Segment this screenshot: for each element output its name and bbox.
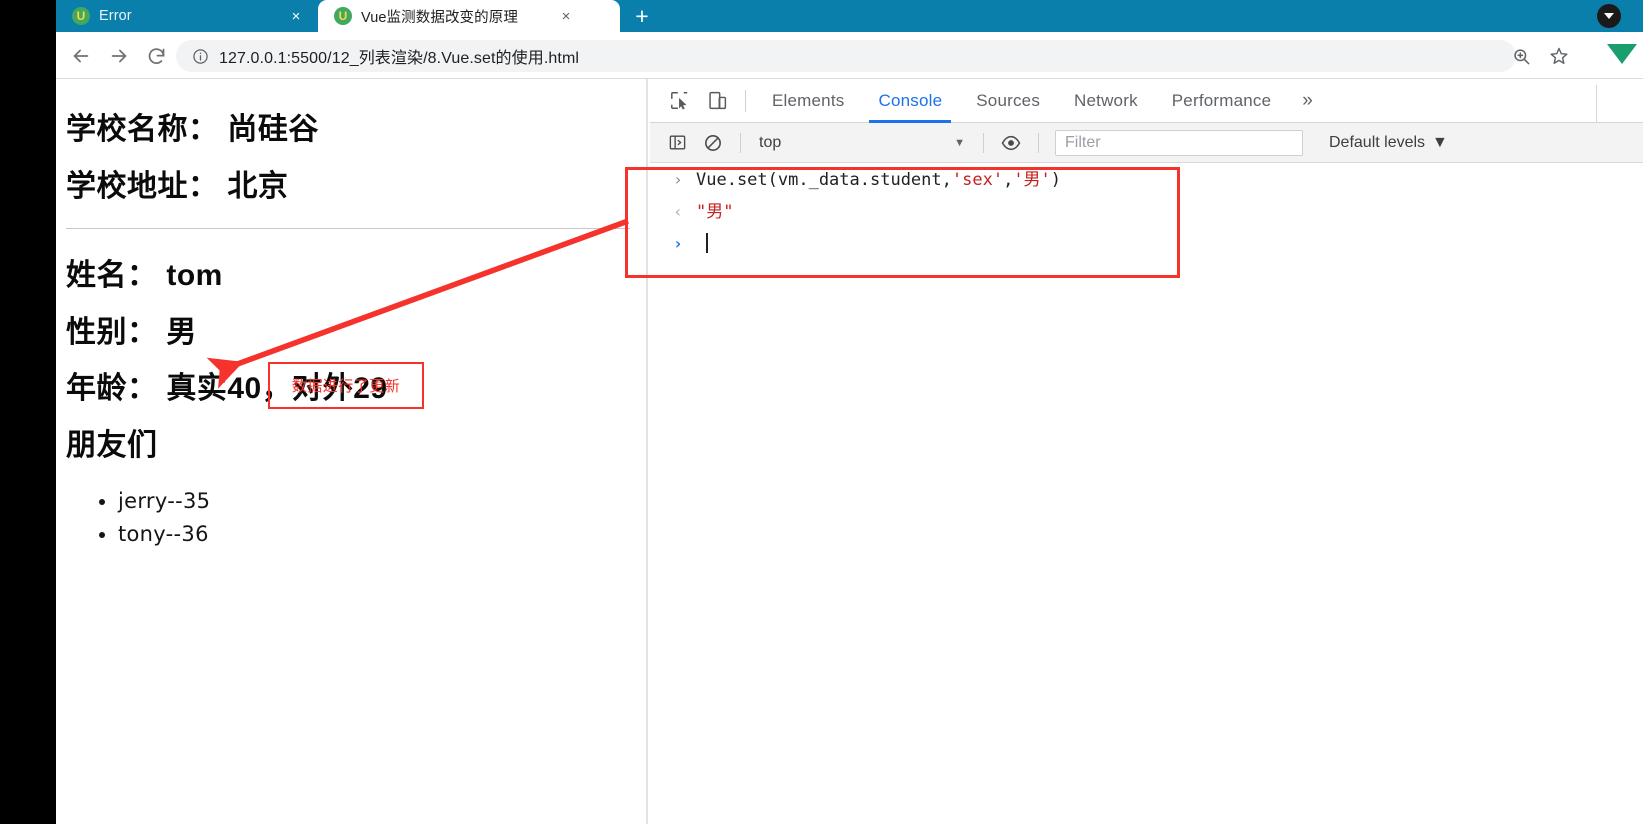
filter-placeholder: Filter	[1065, 133, 1101, 151]
browser-tab-title: Error	[99, 8, 132, 24]
devtools-panel: Elements Console Sources Network Perform…	[650, 79, 1643, 824]
close-icon[interactable]: ×	[556, 9, 576, 24]
school-name-heading: 学校名称： 尚硅谷	[66, 113, 319, 146]
desktop-left-bar	[0, 0, 56, 824]
address-bar[interactable]: 127.0.0.1:5500/12_列表渲染/8.Vue.set的使用.html	[176, 40, 1516, 72]
console-output[interactable]: › Vue.set(vm._data.student,'sex','男') ‹ …	[650, 163, 1643, 824]
list-item: jerry--35	[118, 485, 630, 518]
zoom-in-icon[interactable]	[1507, 42, 1535, 70]
expression-suffix: )	[1050, 170, 1062, 190]
star-icon[interactable]	[1545, 42, 1573, 70]
tab-elements[interactable]: Elements	[755, 79, 861, 123]
expression-comma: ,	[1003, 170, 1014, 190]
vue-logo-icon: U	[72, 7, 90, 25]
input-marker-icon: ›	[673, 170, 683, 189]
chevron-down-icon: ▼	[954, 136, 965, 149]
inspect-element-icon[interactable]	[660, 82, 698, 120]
student-name-heading: 姓名： tom	[66, 259, 223, 292]
back-icon[interactable]	[66, 41, 96, 71]
toolbar-divider	[745, 89, 746, 112]
school-address-heading: 学校地址： 北京	[66, 169, 289, 203]
output-marker-icon: ‹	[673, 201, 683, 221]
devtools-tabbar: Elements Console Sources Network Perform…	[650, 79, 1643, 160]
friends-heading: 朋友们	[66, 428, 158, 462]
site-info-icon[interactable]	[190, 46, 210, 66]
console-prompt-row[interactable]: ›	[650, 229, 1643, 259]
list-item: tony--36	[118, 518, 630, 551]
device-toolbar-icon[interactable]	[698, 82, 736, 120]
expression-arg2: '男'	[1013, 170, 1051, 190]
console-sidebar-icon[interactable]	[660, 126, 694, 160]
toolbar-divider	[983, 132, 984, 153]
browser-tab-title: Vue监测数据改变的原理	[361, 9, 518, 26]
student-sex-heading: 性别： 男	[66, 315, 197, 349]
execution-context-value: top	[759, 133, 782, 151]
friends-list: jerry--35 tony--36	[118, 485, 630, 550]
tab-performance[interactable]: Performance	[1155, 79, 1289, 123]
page-content: 学校名称： 尚硅谷 学校地址： 北京 姓名： tom 性别： 男 年龄： 真实4…	[56, 79, 646, 550]
browser-toolbar: 127.0.0.1:5500/12_列表渲染/8.Vue.set的使用.html	[0, 32, 1643, 79]
console-input-message: › Vue.set(vm._data.student,'sex','男')	[650, 165, 1643, 197]
console-return-value: "男"	[696, 201, 734, 222]
tab-sources[interactable]: Sources	[959, 79, 1057, 123]
log-levels-dropdown[interactable]: Default levels ▼	[1329, 134, 1448, 152]
prompt-marker-icon: ›	[673, 233, 683, 253]
more-tabs-icon[interactable]: »	[1288, 79, 1327, 123]
filter-input[interactable]: Filter	[1055, 129, 1303, 156]
text-caret	[706, 232, 708, 253]
clear-console-icon[interactable]	[696, 126, 730, 160]
address-bar-url: 127.0.0.1:5500/12_列表渲染/8.Vue.set的使用.html	[219, 50, 580, 67]
toolbar-divider	[1038, 132, 1039, 153]
tab-network[interactable]: Network	[1057, 79, 1155, 123]
reload-icon[interactable]	[141, 41, 171, 71]
forward-icon[interactable]	[104, 41, 134, 71]
live-expression-icon[interactable]	[994, 126, 1028, 160]
vue-logo-icon: U	[334, 7, 352, 25]
new-tab-button[interactable]: +	[620, 0, 664, 32]
section-divider	[66, 228, 630, 229]
console-output-message: ‹ "男"	[650, 197, 1643, 229]
window-dropdown-icon[interactable]	[1597, 4, 1621, 28]
toolbar-divider	[740, 132, 741, 153]
console-input-expression: Vue.set(vm._data.student,'sex','男')	[696, 169, 1061, 193]
student-age-heading: 年龄： 真实40，对外29	[66, 372, 388, 405]
execution-context-dropdown[interactable]: top ▼	[751, 130, 973, 156]
browser-tab-1[interactable]: U Vue监测数据改变的原理 ×	[318, 0, 620, 32]
page-viewport: 学校名称： 尚硅谷 学校地址： 北京 姓名： tom 性别： 男 年龄： 真实4…	[56, 79, 648, 824]
tab-console[interactable]: Console	[861, 79, 959, 123]
chevron-down-icon: ▼	[1432, 133, 1448, 151]
browser-tab-0[interactable]: U Error ×	[56, 0, 318, 32]
expression-prefix: Vue.set(vm._data.student,	[696, 170, 952, 190]
close-icon[interactable]: ×	[286, 9, 306, 24]
browser-tabstrip: U Error × U Vue监测数据改变的原理 × +	[0, 0, 1643, 32]
screen-root: U Error × U Vue监测数据改变的原理 × + 127.0.0.1:5…	[0, 0, 1643, 824]
log-levels-label: Default levels	[1329, 133, 1426, 151]
extension-green-arrow-icon	[1607, 44, 1637, 64]
console-toolbar: top ▼ Filter Default levels ▼	[650, 123, 1643, 163]
expression-arg1: 'sex'	[951, 170, 1004, 190]
